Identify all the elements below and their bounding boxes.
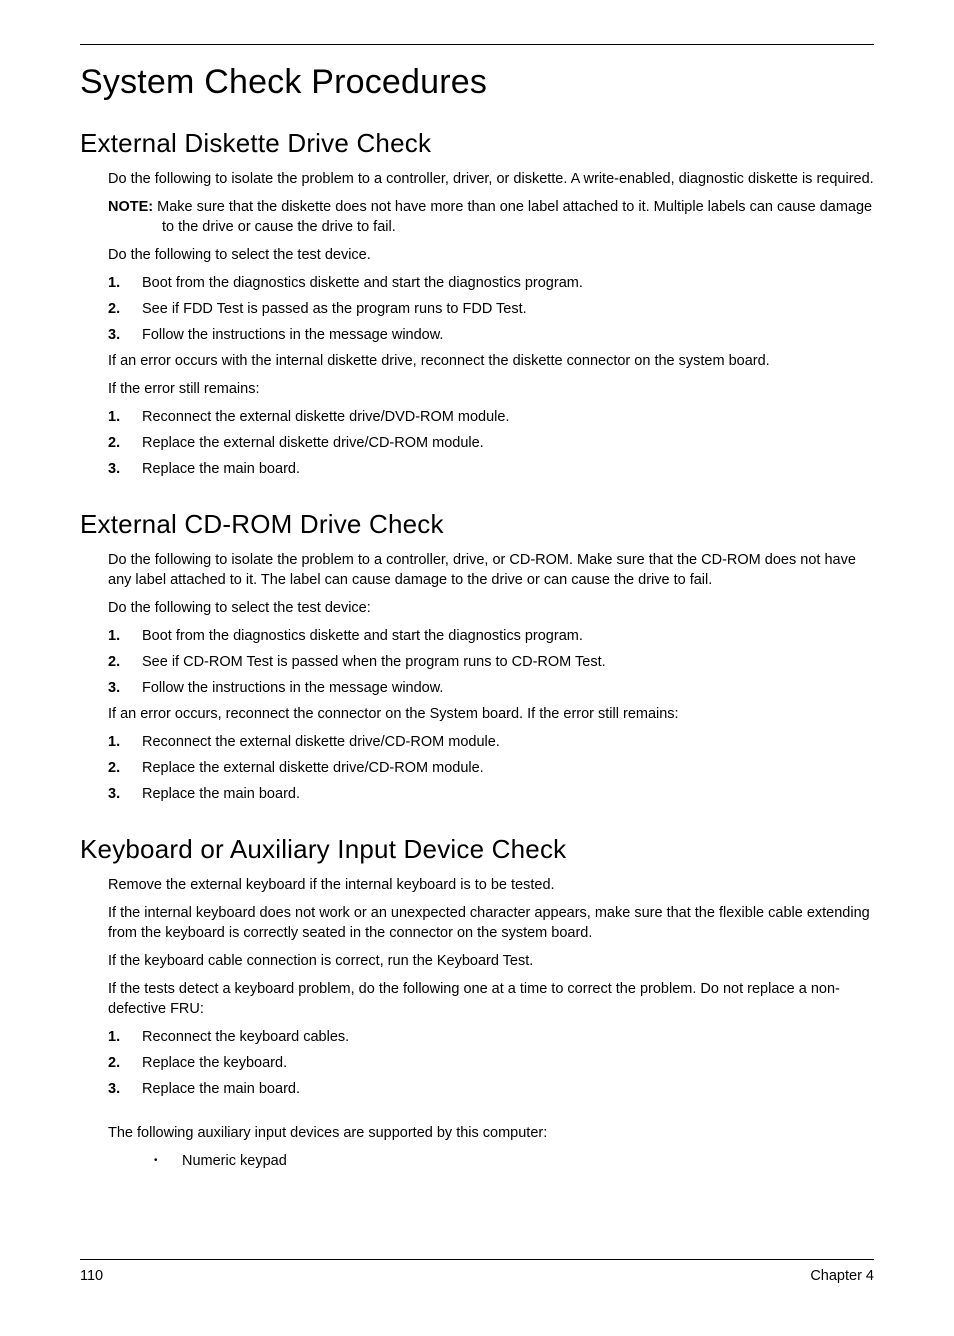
cdrom-select-intro: Do the following to select the test devi… [108,598,874,618]
note-text: Make sure that the diskette does not hav… [157,199,872,235]
step-text: See if CD-ROM Test is passed when the pr… [142,652,606,672]
note-label: NOTE: [108,199,153,215]
step-text: Reconnect the external diskette drive/CD… [142,732,500,752]
step-text: Replace the main board. [142,784,300,804]
list-item: 2.See if FDD Test is passed as the progr… [108,299,874,319]
list-item: 2.See if CD-ROM Test is passed when the … [108,652,874,672]
step-text: Replace the external diskette drive/CD-R… [142,758,484,778]
step-number: 1. [108,732,142,752]
list-item: 2.Replace the keyboard. [108,1053,874,1073]
diskette-intro: Do the following to isolate the problem … [108,169,874,189]
keyboard-p1: Remove the external keyboard if the inte… [108,875,874,895]
list-item: 1.Reconnect the keyboard cables. [108,1027,874,1047]
step-text: See if FDD Test is passed as the program… [142,299,527,319]
step-text: Replace the keyboard. [142,1053,287,1073]
footer-chapter: Chapter 4 [810,1268,874,1284]
list-item: •Numeric keypad [148,1151,874,1171]
list-item: 3.Replace the main board. [108,1079,874,1099]
step-number: 3. [108,678,142,698]
list-item: 1.Boot from the diagnostics diskette and… [108,626,874,646]
list-item: 2.Replace the external diskette drive/CD… [108,758,874,778]
diskette-note: NOTE: Make sure that the diskette does n… [108,197,874,237]
diskette-post1: If an error occurs with the internal dis… [108,351,874,371]
step-text: Reconnect the external diskette drive/DV… [142,407,510,427]
step-number: 3. [108,784,142,804]
step-text: Replace the main board. [142,1079,300,1099]
block-keyboard: Remove the external keyboard if the inte… [80,875,874,1171]
list-item: 3.Follow the instructions in the message… [108,678,874,698]
page-title: System Check Procedures [80,63,874,102]
step-number: 1. [108,407,142,427]
block-diskette: Do the following to isolate the problem … [80,169,874,479]
step-number: 3. [108,325,142,345]
cdrom-steps-2: 1.Reconnect the external diskette drive/… [108,732,874,804]
page-footer: 110 Chapter 4 [80,1259,874,1284]
cdrom-steps-1: 1.Boot from the diagnostics diskette and… [108,626,874,698]
step-text: Boot from the diagnostics diskette and s… [142,626,583,646]
step-number: 2. [108,299,142,319]
list-item: 1.Reconnect the external diskette drive/… [108,407,874,427]
list-item: 1.Reconnect the external diskette drive/… [108,732,874,752]
step-text: Follow the instructions in the message w… [142,678,443,698]
footer-page-number: 110 [80,1268,103,1284]
step-number: 2. [108,652,142,672]
list-item: 3.Follow the instructions in the message… [108,325,874,345]
page-content: System Check Procedures External Diskett… [0,0,954,1171]
diskette-select-intro: Do the following to select the test devi… [108,245,874,265]
list-item: 3.Replace the main board. [108,784,874,804]
list-item: 2.Replace the external diskette drive/CD… [108,433,874,453]
step-text: Boot from the diagnostics diskette and s… [142,273,583,293]
bullet-icon: • [148,1151,182,1171]
bullet-text: Numeric keypad [182,1151,287,1171]
diskette-steps-1: 1.Boot from the diagnostics diskette and… [108,273,874,345]
step-text: Reconnect the keyboard cables. [142,1027,349,1047]
step-text: Replace the main board. [142,459,300,479]
heading-diskette: External Diskette Drive Check [80,128,874,159]
keyboard-p3: If the keyboard cable connection is corr… [108,951,874,971]
step-number: 2. [108,758,142,778]
keyboard-steps: 1.Reconnect the keyboard cables. 2.Repla… [108,1027,874,1099]
keyboard-p2: If the internal keyboard does not work o… [108,903,874,943]
cdrom-post1: If an error occurs, reconnect the connec… [108,704,874,724]
block-cdrom: Do the following to isolate the problem … [80,550,874,804]
step-number: 1. [108,626,142,646]
list-item: 3.Replace the main board. [108,459,874,479]
step-number: 2. [108,433,142,453]
top-rule [80,44,874,45]
step-number: 2. [108,1053,142,1073]
step-number: 3. [108,459,142,479]
step-number: 1. [108,1027,142,1047]
keyboard-p4: If the tests detect a keyboard problem, … [108,979,874,1019]
keyboard-aux-list: •Numeric keypad [148,1151,874,1171]
diskette-post2: If the error still remains: [108,379,874,399]
keyboard-aux-intro: The following auxiliary input devices ar… [108,1123,874,1143]
heading-keyboard: Keyboard or Auxiliary Input Device Check [80,834,874,865]
step-number: 3. [108,1079,142,1099]
cdrom-intro: Do the following to isolate the problem … [108,550,874,590]
step-number: 1. [108,273,142,293]
step-text: Follow the instructions in the message w… [142,325,443,345]
heading-cdrom: External CD-ROM Drive Check [80,509,874,540]
step-text: Replace the external diskette drive/CD-R… [142,433,484,453]
diskette-steps-2: 1.Reconnect the external diskette drive/… [108,407,874,479]
list-item: 1.Boot from the diagnostics diskette and… [108,273,874,293]
